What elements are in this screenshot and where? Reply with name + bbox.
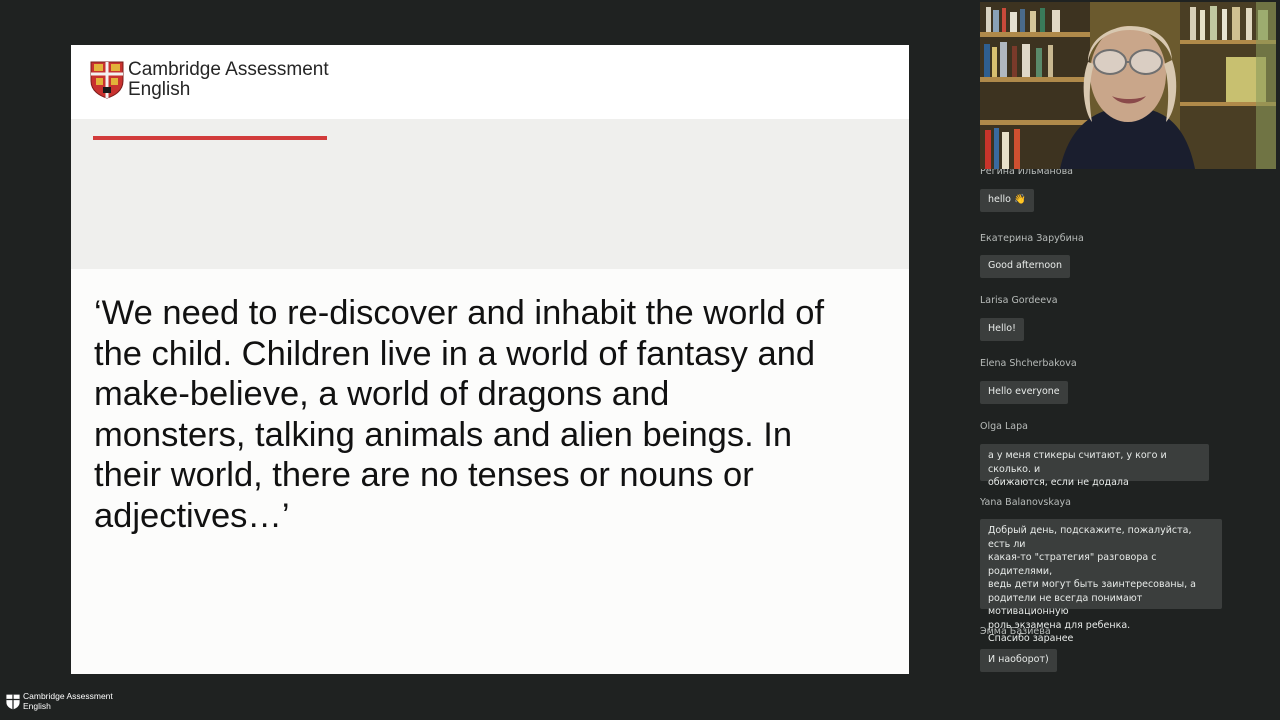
chat-bubble: Hello! [980,318,1024,341]
cambridge-shield-icon [6,694,20,709]
logo-text: Cambridge Assessment English [128,60,329,100]
chat-sender: Екатерина Зарубина [980,233,1084,244]
slide-header: Cambridge Assessment English [71,45,909,119]
footer-logo-text: Cambridge Assessment English [23,691,113,711]
chat-message: Elena Shcherbakova Hello everyone [980,358,1077,404]
footer-logo: Cambridge Assessment English [6,691,113,711]
cambridge-logo: Cambridge Assessment English [90,60,329,100]
chat-bubble: Hello everyone [980,381,1068,404]
cambridge-shield-icon [90,61,124,99]
chat-bubble: а у меня стикеры считают, у кого и сколь… [980,444,1209,488]
logo-line-1: Cambridge Assessment [128,59,329,80]
chat-bubble: Good afternoon [980,255,1071,278]
chat-sender: Olga Lapa [980,421,1028,432]
chat-sender: Larisa Gordeeva [980,295,1058,306]
red-accent-rule [93,136,327,140]
presenter-webcam [980,2,1276,169]
chat-message: Регина Ильманова hello 👋 [980,169,1074,212]
chat-message: Екатерина Зарубина Good afternoon [980,233,1084,278]
chat-bubble: Добрый день, подскажите, пожалуйста, ест… [980,519,1222,644]
chat-message: Olga Lapa а у меня стикеры считают, у ко… [980,421,1209,489]
chat-sender: Elena Shcherbakova [980,358,1077,369]
chat-bubble: hello 👋 [980,189,1034,212]
chat-sender: Эмма Базиева [980,626,1051,637]
logo-line-2: English [128,79,191,100]
slide-quote: ‘We need to re-discover and inhabit the … [94,294,825,535]
chat-message: Larisa Gordeeva Hello! [980,295,1058,341]
footer-logo-line-2: English [23,700,51,711]
chat-panel[interactable]: Регина Ильманова hello 👋 Екатерина Заруб… [980,169,1280,679]
chat-sender: Регина Ильманова [980,169,1074,177]
presentation-slide: Cambridge Assessment English ‘We need to… [71,45,909,674]
chat-message: Эмма Базиева И наоборот) [980,626,1057,672]
presenter-video-icon [980,2,1276,169]
chat-sender: Yana Balanovskaya [980,497,1071,508]
slide-grey-band [71,119,909,269]
chat-bubble: И наоборот) [980,649,1057,672]
chat-message: Yana Balanovskaya Добрый день, подскажит… [980,497,1222,645]
